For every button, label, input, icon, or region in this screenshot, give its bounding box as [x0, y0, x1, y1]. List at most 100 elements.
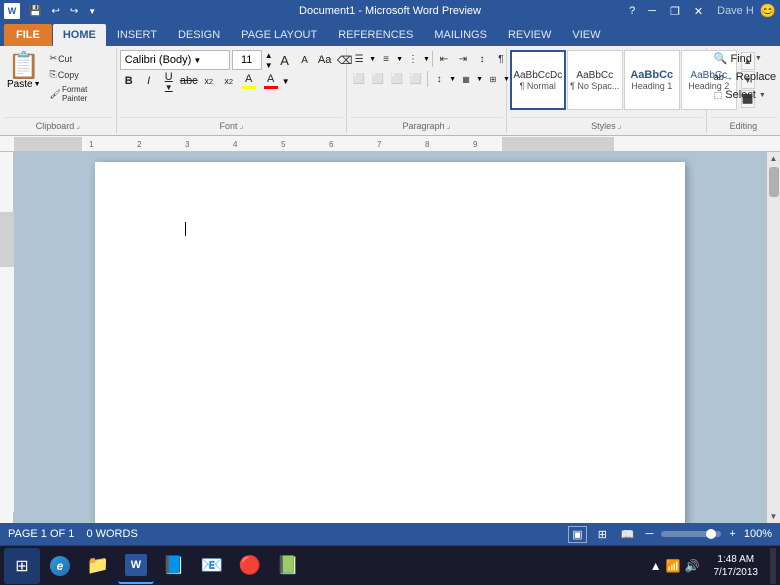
view-web-btn[interactable]: ⊞ [595, 527, 610, 542]
ribbon: 📋 Paste ▼ ✂ Cut ⎘ Copy 🖌 Format Painter [0, 46, 780, 136]
line-spacing-dropdown[interactable]: ▼ [449, 76, 456, 83]
copy-button[interactable]: ⎘ Copy [47, 68, 113, 81]
tab-mailings[interactable]: MAILINGS [424, 24, 497, 46]
superscript-btn[interactable]: x2 [220, 72, 238, 90]
multilevel-btn[interactable]: ⋮ [404, 50, 422, 68]
zoom-in-btn[interactable]: + [729, 528, 735, 540]
undo-quick-btn[interactable]: ↩ [48, 5, 62, 18]
text-highlight-btn[interactable]: A [240, 72, 258, 90]
document-page[interactable] [95, 162, 685, 523]
font-expand-btn[interactable]: ⌟ [240, 121, 244, 130]
format-painter-button[interactable]: 🖌 Format Painter [47, 84, 113, 104]
text-cursor [185, 222, 186, 236]
paste-dropdown-icon: ▼ [34, 81, 41, 88]
restore-btn[interactable]: ❐ [664, 4, 686, 19]
view-read-btn[interactable]: 📖 [618, 527, 638, 542]
shrink-font-btn[interactable]: A [296, 51, 314, 69]
sort-btn[interactable]: ↕ [473, 50, 491, 68]
tab-design[interactable]: DESIGN [168, 24, 230, 46]
decrease-indent-btn[interactable]: ⇤ [435, 50, 453, 68]
taskbar-office[interactable]: 🔴 [232, 548, 268, 584]
bullets-dropdown[interactable]: ▼ [369, 56, 376, 63]
align-left-btn[interactable]: ⬜ [350, 70, 368, 88]
align-right-btn[interactable]: ⬜ [388, 70, 406, 88]
taskbar-outlook[interactable]: 📧 [194, 548, 230, 584]
underline-dropdown[interactable]: ▼ [165, 83, 173, 92]
tray-network-icon[interactable]: 📶 [666, 559, 681, 573]
cut-button[interactable]: ✂ Cut [47, 52, 113, 65]
paragraph-expand-btn[interactable]: ⌟ [447, 121, 451, 130]
multilevel-dropdown[interactable]: ▼ [423, 56, 430, 63]
outlook-icon: 📧 [201, 555, 223, 576]
view-print-btn[interactable]: ▣ [568, 526, 586, 543]
paste-button[interactable]: 📋 Paste ▼ [3, 50, 45, 92]
font-name-input[interactable]: Calibri (Body) ▼ [120, 50, 230, 70]
border-btn[interactable]: ⊞ [484, 70, 502, 88]
subscript-btn[interactable]: x2 [200, 72, 218, 90]
font-size-up[interactable]: ▲ [264, 51, 274, 60]
minimize-btn[interactable]: ─ [642, 4, 662, 18]
justify-btn[interactable]: ⬜ [407, 70, 425, 88]
bold-btn[interactable]: B [120, 72, 138, 90]
clock[interactable]: 1:48 AM 7/17/2013 [710, 551, 763, 581]
styles-expand-btn[interactable]: ⌟ [618, 121, 622, 130]
taskbar-excel[interactable]: 📗 [270, 548, 306, 584]
bullets-btn[interactable]: ☰ [350, 50, 368, 68]
start-button[interactable]: ⊞ [4, 548, 40, 584]
taskbar-explorer[interactable]: 📁 [80, 548, 116, 584]
tab-file[interactable]: FILE [4, 24, 52, 46]
close-btn[interactable]: ✕ [688, 4, 709, 19]
italic-btn[interactable]: I [140, 72, 158, 90]
numbering-dropdown[interactable]: ▼ [396, 56, 403, 63]
tray-volume-icon[interactable]: 🔊 [685, 559, 700, 573]
font-size-input[interactable]: 11 [232, 50, 262, 70]
tray-up-arrow[interactable]: ▲ [650, 559, 662, 573]
select-btn[interactable]: ⬚ Select ▼ [710, 87, 777, 103]
taskbar-word2[interactable]: 📘 [156, 548, 192, 584]
tab-view[interactable]: VIEW [562, 24, 610, 46]
taskbar-ie[interactable]: e [42, 548, 78, 584]
save-quick-btn[interactable]: 💾 [26, 5, 44, 18]
user-name[interactable]: Dave H [717, 5, 754, 17]
scroll-down-btn[interactable]: ▼ [767, 510, 780, 523]
numbering-btn[interactable]: ≡ [377, 50, 395, 68]
zoom-out-btn[interactable]: ─ [646, 528, 654, 540]
shading-btn[interactable]: ▦ [457, 70, 475, 88]
font-color-btn[interactable]: A [262, 72, 280, 90]
tab-references[interactable]: REFERENCES [328, 24, 423, 46]
zoom-thumb[interactable] [706, 529, 716, 539]
tab-insert[interactable]: INSERT [107, 24, 167, 46]
tab-page-layout[interactable]: PAGE LAYOUT [231, 24, 327, 46]
tab-review[interactable]: REVIEW [498, 24, 561, 46]
change-case-btn[interactable]: Aa [316, 51, 334, 69]
scroll-thumb[interactable] [769, 167, 779, 197]
strikethrough-btn[interactable]: abc [180, 72, 198, 90]
find-dropdown-icon: ▼ [755, 55, 762, 62]
line-spacing-btn[interactable]: ↕ [430, 70, 448, 88]
vertical-scrollbar[interactable]: ▲ ▼ [766, 152, 780, 523]
style-no-spacing[interactable]: AaBbCc ¶ No Spac... [567, 50, 623, 110]
increase-indent-btn[interactable]: ⇥ [454, 50, 472, 68]
zoom-slider[interactable] [661, 531, 721, 537]
font-color-dropdown[interactable]: ▼ [282, 77, 290, 86]
replace-btn[interactable]: ab→ Replace [710, 69, 777, 85]
doc-scroll[interactable] [14, 152, 766, 523]
clipboard-expand-btn[interactable]: ⌟ [76, 121, 80, 130]
align-center-btn[interactable]: ⬜ [369, 70, 387, 88]
grow-font-btn[interactable]: A [276, 51, 294, 69]
tab-home[interactable]: HOME [53, 24, 106, 46]
ie-icon: e [50, 556, 70, 576]
style-normal[interactable]: AaBbCcDc ¶ Normal [510, 50, 566, 110]
redo-quick-btn[interactable]: ↪ [67, 5, 81, 18]
style-heading1[interactable]: AaBbCc Heading 1 [624, 50, 680, 110]
dropdown-quick-btn[interactable]: ▼ [85, 6, 99, 17]
font-name-dropdown[interactable]: ▼ [193, 56, 201, 65]
scroll-up-btn[interactable]: ▲ [767, 152, 780, 165]
taskbar-word[interactable]: W [118, 548, 154, 584]
shading-dropdown[interactable]: ▼ [476, 76, 483, 83]
find-btn[interactable]: 🔍 Find ▼ [710, 50, 777, 67]
help-btn[interactable]: ? [624, 4, 640, 18]
font-size-down[interactable]: ▼ [264, 61, 274, 70]
underline-btn[interactable]: U ▼ [160, 72, 178, 90]
show-desktop-btn[interactable] [770, 548, 776, 584]
